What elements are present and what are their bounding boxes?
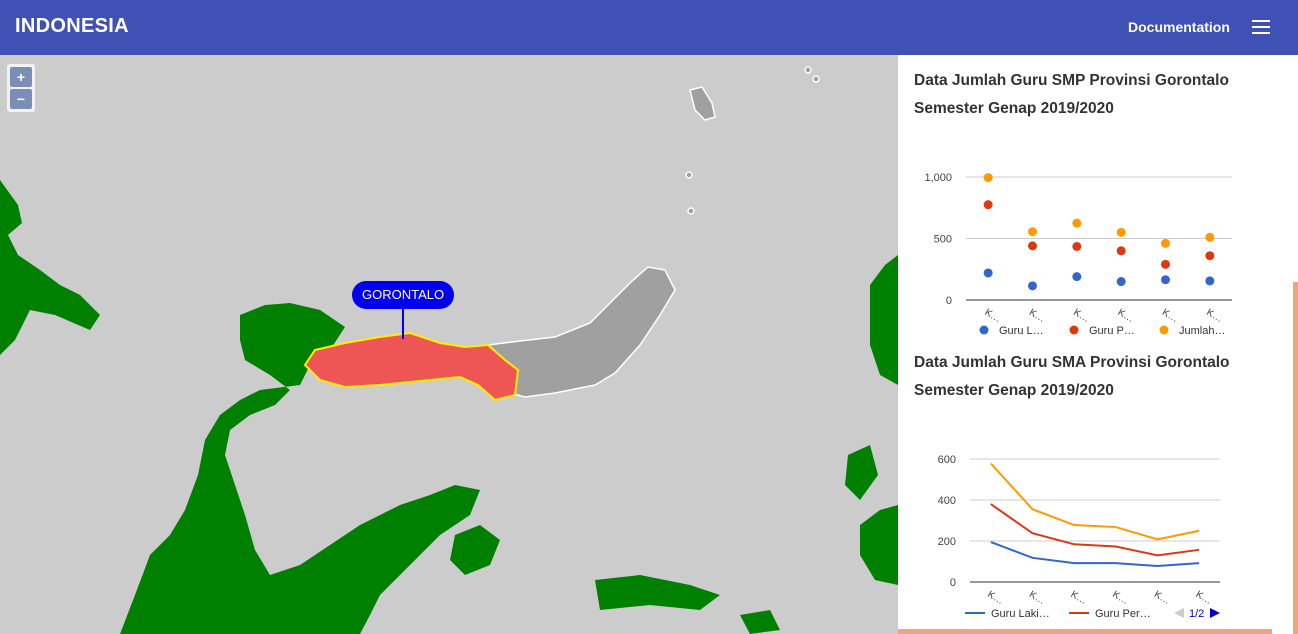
data-point (1161, 238, 1170, 248)
data-point (1072, 272, 1082, 282)
legend-label: Guru P… (1089, 325, 1135, 337)
region-label-pointer (402, 309, 404, 339)
data-point (1161, 275, 1170, 285)
data-point (1028, 227, 1037, 237)
legend-label: Guru Laki… (991, 608, 1050, 620)
region-label-gorontalo[interactable]: GORONTALO (352, 281, 455, 309)
data-point (1161, 259, 1170, 269)
data-point (1072, 241, 1082, 251)
map-canvas[interactable] (0, 55, 898, 634)
data-point (1205, 232, 1215, 242)
chart-panel: Data Jumlah Guru SMP Provinsi Gorontalo … (898, 55, 1298, 634)
land-island-2 (595, 575, 720, 610)
y-tick-label: 1,000 (924, 172, 952, 184)
land-islet-4 (804, 66, 812, 74)
data-point (1205, 276, 1215, 286)
x-tick-label: K… (1152, 589, 1172, 607)
x-tick-label: K… (1110, 589, 1130, 607)
y-tick-label: 500 (934, 234, 952, 246)
hamburger-menu-icon[interactable] (1252, 20, 1272, 36)
legend-marker (979, 325, 989, 335)
legend-page-indicator: 1/2 (1189, 608, 1204, 620)
land-island-4 (870, 255, 898, 385)
zoom-in-button[interactable]: + (10, 67, 32, 87)
data-point (1116, 277, 1126, 287)
documentation-link[interactable]: Documentation (1128, 19, 1230, 35)
legend-marker (1159, 325, 1169, 335)
land-island-3 (860, 505, 898, 585)
data-point (1072, 218, 1082, 228)
land-islet-3 (687, 207, 695, 215)
land-borneo (0, 180, 100, 355)
panel-scrollbar[interactable] (1293, 282, 1298, 634)
land-islet-5 (812, 75, 820, 83)
top-app-bar: INDONESIA Documentation (0, 0, 1298, 55)
x-tick-label: K… (1204, 307, 1224, 325)
data-point (1028, 241, 1037, 251)
map-view[interactable]: + − GORONTALO (0, 55, 898, 634)
app-title: INDONESIA (15, 15, 129, 37)
x-tick-label: K… (1027, 589, 1047, 607)
y-tick-label: 600 (938, 454, 956, 466)
legend-prev-icon (1174, 608, 1184, 618)
region-gorontalo (303, 331, 520, 402)
x-tick-label: K… (983, 307, 1003, 325)
land-islet-2 (685, 171, 693, 179)
legend-label: Guru L… (999, 325, 1044, 337)
legend-label: Guru Per… (1095, 608, 1151, 620)
x-tick-label: K… (1027, 307, 1047, 325)
y-tick-label: 200 (938, 536, 956, 548)
scatter-chart-smp: 1,0005000K… K… K… K… K… K…Guru L… Guru P… Jumla… (924, 172, 1232, 337)
legend-next-icon (1210, 608, 1220, 618)
y-tick-label: 400 (938, 495, 956, 507)
x-tick-label: K… (985, 589, 1005, 607)
legend-label: Jumlah… (1179, 325, 1225, 337)
x-tick-label: K… (1071, 307, 1091, 325)
y-tick-label: 0 (946, 295, 952, 307)
line-chart-sma: 6004002000K… K… K… K… K… K…Guru Laki… Guru Per… (938, 454, 1220, 620)
land-islet-1 (689, 86, 716, 121)
x-tick-label: K… (1194, 589, 1214, 607)
data-point (983, 268, 993, 278)
zoom-control: + − (7, 64, 35, 112)
data-point (1116, 246, 1126, 256)
land-island-1 (450, 525, 500, 575)
data-point (983, 173, 993, 183)
x-tick-label: K… (1069, 589, 1089, 607)
data-point (983, 200, 993, 210)
x-tick-label: K… (1116, 307, 1136, 325)
x-tick-label: K… (1160, 307, 1180, 325)
chart-title-sma: Data Jumlah Guru SMA Provinsi Gorontalo … (914, 354, 1230, 399)
data-point (1028, 281, 1037, 291)
land-island-6 (740, 610, 780, 634)
legend-marker (1069, 325, 1079, 335)
data-point (1116, 227, 1126, 237)
series-line (990, 462, 1200, 541)
panel-bottom-bar (898, 629, 1272, 634)
series-line (990, 503, 1200, 557)
data-point (1205, 251, 1215, 261)
y-tick-label: 0 (950, 577, 956, 589)
chart-title-smp: Data Jumlah Guru SMP Provinsi Gorontalo … (914, 72, 1229, 117)
land-island-5 (845, 445, 878, 500)
zoom-out-button[interactable]: − (10, 89, 32, 109)
